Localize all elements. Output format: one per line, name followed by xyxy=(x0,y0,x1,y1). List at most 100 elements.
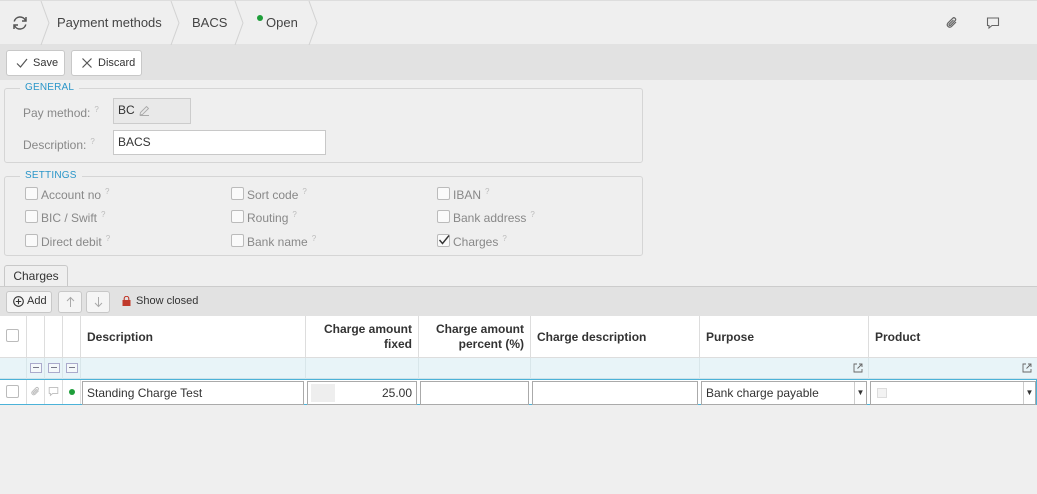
refresh-icon[interactable] xyxy=(11,14,29,32)
filter-description[interactable] xyxy=(81,358,306,379)
column-header-product[interactable]: Product xyxy=(869,316,1037,358)
add-button[interactable]: Add xyxy=(6,291,52,313)
row-charge-percent-field[interactable] xyxy=(420,381,529,405)
checkmark-icon xyxy=(438,235,450,245)
help-icon: ? xyxy=(502,234,507,243)
help-icon: ? xyxy=(101,210,106,219)
checkbox-bank-name[interactable] xyxy=(231,234,244,247)
help-icon: ? xyxy=(105,234,111,243)
checkbox-bic-swift[interactable] xyxy=(25,210,38,223)
option-text: BIC / Swift xyxy=(41,211,98,225)
comment-icon[interactable] xyxy=(986,16,1000,30)
checkbox-label-bank-name: Bank name? xyxy=(247,234,316,249)
arrow-up-icon xyxy=(66,296,75,307)
filter-charge-percent[interactable] xyxy=(419,358,531,379)
checkbox-routing[interactable] xyxy=(231,210,244,223)
filter-charge-fixed[interactable] xyxy=(306,358,419,379)
chevron-down-icon[interactable]: ▼ xyxy=(854,382,866,404)
checkbox-direct-debit[interactable] xyxy=(25,234,38,247)
show-closed-toggle[interactable]: Show closed xyxy=(136,295,198,307)
header-spacer xyxy=(63,316,81,358)
status-dot-icon xyxy=(69,389,75,395)
row-checkbox[interactable] xyxy=(6,385,19,398)
breadcrumb-payment-methods[interactable]: Payment methods xyxy=(57,1,162,45)
lock-icon[interactable] xyxy=(122,296,131,306)
help-icon: ? xyxy=(90,137,95,146)
table-row[interactable]: Standing Charge Test 25.00 Bank charge p… xyxy=(0,379,1037,405)
row-select-cell xyxy=(0,380,27,404)
discard-button[interactable]: Discard xyxy=(71,50,142,76)
help-icon: ? xyxy=(105,187,110,196)
action-toolbar: Save Discard xyxy=(0,45,1037,80)
header-spacer xyxy=(27,316,45,358)
external-link-icon[interactable] xyxy=(1022,363,1032,373)
checkbox-label-account-no: Account no? xyxy=(41,187,110,202)
row-status-cell xyxy=(63,380,81,404)
help-icon: ? xyxy=(311,234,317,243)
paperclip-icon[interactable] xyxy=(945,16,959,30)
breadcrumb-separator-icon xyxy=(308,1,318,45)
column-header-text: Charge amount xyxy=(435,322,524,336)
row-description-field[interactable]: Standing Charge Test xyxy=(82,381,304,405)
collapse-filter-button[interactable] xyxy=(48,363,60,373)
filter-charge-description[interactable] xyxy=(531,358,700,379)
help-icon: ? xyxy=(94,105,99,114)
row-charge-description-field[interactable] xyxy=(532,381,698,405)
column-header-description[interactable]: Description xyxy=(81,316,306,358)
help-icon: ? xyxy=(530,210,535,219)
status-badge: Open xyxy=(257,1,298,45)
select-all-checkbox[interactable] xyxy=(6,329,19,342)
help-icon: ? xyxy=(485,187,490,196)
row-purpose-select[interactable]: Bank charge payable ▼ xyxy=(701,381,867,405)
column-header-charge-percent[interactable]: Charge amount percent (%) xyxy=(419,316,531,358)
breadcrumb-bacs[interactable]: BACS xyxy=(192,1,227,45)
move-down-button[interactable] xyxy=(86,291,110,313)
row-product-select[interactable]: ▼ xyxy=(870,381,1036,405)
pencil-icon[interactable] xyxy=(139,105,150,116)
filter-purpose[interactable] xyxy=(700,358,869,379)
move-up-button[interactable] xyxy=(58,291,82,313)
add-label: Add xyxy=(27,295,47,307)
checkbox-sort-code[interactable] xyxy=(231,187,244,200)
charge-fixed-value: 25.00 xyxy=(381,386,412,400)
option-text: Routing xyxy=(247,211,289,225)
breadcrumb-separator-icon xyxy=(40,1,50,45)
checkbox-bank-address[interactable] xyxy=(437,210,450,223)
collapse-filter-button[interactable] xyxy=(66,363,78,373)
column-header-text: Purpose xyxy=(706,330,755,344)
comment-icon[interactable] xyxy=(48,386,59,397)
arrow-down-icon xyxy=(94,297,103,308)
filter-product[interactable] xyxy=(869,358,1037,379)
pay-method-field[interactable]: BC xyxy=(113,98,191,124)
column-header-purpose[interactable]: Purpose xyxy=(700,316,869,358)
status-dot-icon xyxy=(257,15,263,21)
external-link-icon[interactable] xyxy=(853,363,863,373)
option-text: Direct debit xyxy=(41,235,102,249)
column-header-text: Product xyxy=(875,330,921,344)
plus-circle-icon xyxy=(13,296,24,307)
collapse-filter-button[interactable] xyxy=(30,363,42,373)
checkbox-charges[interactable] xyxy=(437,234,450,247)
description-label: Description:? xyxy=(23,137,95,152)
option-text: Charges xyxy=(453,235,499,249)
description-field[interactable]: BACS xyxy=(113,130,326,155)
column-header-text: fixed xyxy=(383,337,412,351)
row-charge-fixed-field[interactable]: 25.00 xyxy=(307,381,417,405)
grid-filter-row xyxy=(0,358,1037,379)
settings-legend: SETTINGS xyxy=(20,170,82,181)
tab-charges[interactable]: Charges xyxy=(4,265,68,287)
chevron-down-icon[interactable]: ▼ xyxy=(1023,382,1035,404)
filter-spacer xyxy=(27,358,45,379)
paperclip-icon[interactable] xyxy=(30,386,41,397)
column-header-text: Charge amount xyxy=(323,322,412,336)
calculator-icon[interactable] xyxy=(311,384,335,402)
top-bar: Payment methods BACS Open xyxy=(0,0,1037,45)
column-header-charge-description[interactable]: Charge description xyxy=(531,316,700,358)
description-label-text: Description: xyxy=(23,138,87,152)
column-header-charge-fixed[interactable]: Charge amount fixed xyxy=(306,316,419,358)
checkbox-account-no[interactable] xyxy=(25,187,38,200)
checkbox-iban[interactable] xyxy=(437,187,450,200)
option-text: IBAN xyxy=(453,188,482,202)
close-icon xyxy=(82,58,92,68)
save-button[interactable]: Save xyxy=(6,50,65,76)
